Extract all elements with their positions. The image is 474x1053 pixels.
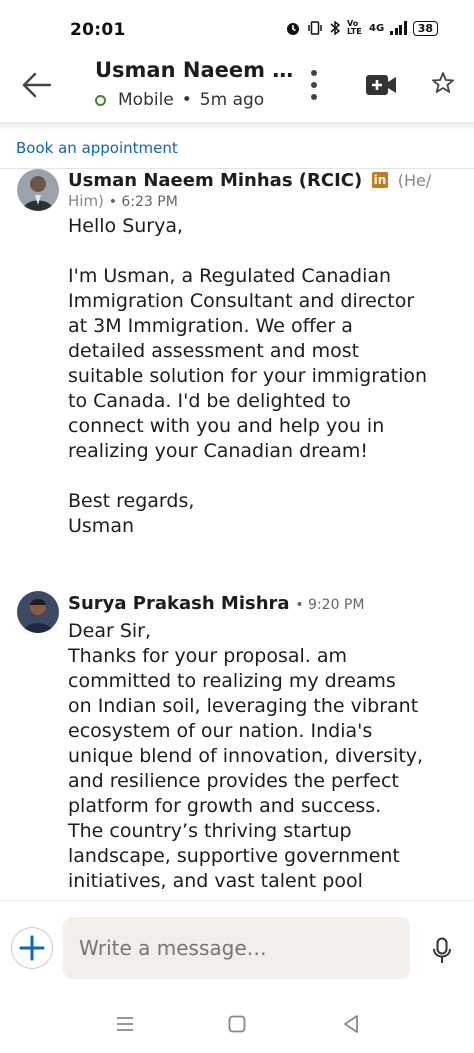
alarm-icon [287,23,300,35]
presence-line: Mobile • 5m ago [95,90,264,110]
conversation-header: Usman Naeem … Mobile • 5m ago [0,52,474,122]
message-item: Surya Prakash Mishra • 9:20 PM Dear Sir,… [0,590,474,900]
presence-dot-icon [95,94,106,106]
star-icon[interactable] [430,70,456,96]
message-line: landscape, supportive government [68,845,400,867]
message-time: 9:20 PM [308,597,365,613]
message-line: Thanks for your proposal. am [68,645,348,667]
separator-dot: • [181,90,192,110]
sender-name[interactable]: Usman Naeem Minhas (RCIC) [68,170,362,191]
message-line: Immigration Consultant and director [68,290,415,312]
message-line: at 3M Immigration. We offer a [68,315,353,337]
message-line: platform for growth and success. [68,795,382,817]
header-shadow [0,122,474,130]
linkedin-premium-badge: in [371,172,388,188]
home-icon[interactable] [226,1013,248,1035]
battery-icon: 38 [412,20,438,36]
pronouns: (He/ [397,171,432,190]
last-seen: 5m ago [199,90,265,110]
video-plus-icon[interactable] [365,73,397,97]
message-item: Usman Naeem Minhas (RCIC) in (He/ Him) •… [0,169,474,550]
plus-icon[interactable] [11,927,53,969]
separator-dot: • [295,597,309,613]
message-body: Dear Sir, Thanks for your proposal. am c… [68,619,438,894]
sender-line: Usman Naeem Minhas (RCIC) in (He/ [68,170,431,191]
message-line: Usman [68,515,134,537]
system-nav-bar [0,995,474,1053]
message-line: initiatives, and vast talent pool [68,870,363,892]
conversation-title[interactable]: Usman Naeem … [95,58,293,82]
message-line: to Canada. I'd be delighted to [68,390,351,412]
pronouns-cont: Him) [68,192,104,210]
message-line: connect with you and help you in [68,415,385,437]
message-line: unique blend of innovation, diversity, [68,745,424,767]
sender-line: Surya Prakash Mishra • 9:20 PM [68,593,364,614]
avatar[interactable] [17,169,59,211]
menu-icon[interactable] [114,1013,136,1035]
message-line [68,464,438,489]
status-icons: Vo LTE 4G 38 [285,20,438,36]
message-line: and resilience provides the perfect [68,770,399,792]
sender-name[interactable]: Surya Prakash Mishra [68,593,290,614]
status-bar: 20:01 Vo LTE 4G 38 [0,0,474,52]
message-line: on Indian soil, leveraging the vibrant [68,695,419,717]
compose-bar [0,900,474,996]
message-body: Hello Surya, I'm Usman, a Regulated Cana… [68,214,438,539]
message-line: detailed assessment and most [68,340,360,362]
bluetooth-icon [330,20,341,36]
divider [0,168,474,169]
message-line: I'm Usman, a Regulated Canadian [68,265,392,287]
message-line: The country’s thriving startup [68,820,352,842]
kebab-icon[interactable] [304,68,324,102]
message-line: realizing your Canadian dream! [68,440,369,462]
message-time: 6:23 PM [121,194,178,210]
avatar[interactable] [17,591,59,633]
mic-icon[interactable] [431,937,453,965]
status-time: 20:01 [70,20,126,40]
back-icon[interactable] [340,1013,362,1035]
message-line [68,239,438,264]
message-line: Hello Surya, [68,215,184,237]
separator-dot: • [108,194,122,210]
volte-label: Vo LTE [347,19,362,36]
message-input[interactable] [63,917,410,979]
message-line: suitable solution for your immigration [68,365,428,387]
book-appointment-link[interactable]: Book an appointment [16,139,178,157]
message-line: Best regards, [68,490,195,512]
arrow-left-icon[interactable] [20,68,54,102]
message-line: Dear Sir, [68,620,152,642]
message-line: ecosystem of our nation. India's [68,720,373,742]
vibrate-icon [308,21,322,35]
signal-icon [390,21,407,35]
presence-label: Mobile [118,90,174,110]
message-line: committed to realizing my dreams [68,670,396,692]
network-label: 4G [369,22,385,34]
meta-line: Him) • 6:23 PM [68,192,178,210]
